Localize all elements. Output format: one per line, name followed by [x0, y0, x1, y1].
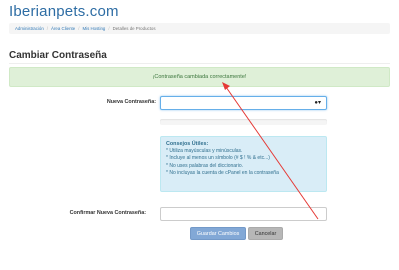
tip-item: * Incluye al menos un símbolo (# $ ! % &… — [166, 155, 270, 162]
tip-item: * No uses palabras del diccionario. — [166, 162, 243, 169]
title-divider — [9, 63, 390, 64]
breadcrumb-separator: / — [46, 26, 49, 31]
tips-title: Consejos Útiles: — [166, 141, 209, 147]
site-logo[interactable]: Iberianpets.com — [9, 3, 119, 20]
new-password-label: Nueva Contraseña: — [106, 99, 156, 105]
breadcrumb-item-product-details: Detalles de Productos — [112, 26, 156, 31]
confirm-password-label: Confirmar Nueva Contraseña: — [69, 210, 146, 216]
cancel-button[interactable]: Cancelar — [248, 227, 283, 240]
new-password-input[interactable]: ●▾ — [160, 96, 327, 110]
confirm-password-input[interactable] — [160, 207, 327, 221]
breadcrumb-item-my-hosting[interactable]: Mis Hosting — [82, 26, 105, 31]
tip-item: * No incluyas la cuenta de cPanel en la … — [166, 170, 279, 177]
password-tips-box: Consejos Útiles: * Utiliza mayúsculas y … — [160, 136, 327, 192]
save-changes-button[interactable]: Guardar Cambios — [190, 227, 246, 240]
password-strength-bar — [160, 119, 327, 125]
breadcrumb-item-admin[interactable]: Administración — [15, 26, 44, 31]
tip-item: * Utiliza mayúsculas y minúsculas. — [166, 148, 243, 154]
page-title: Cambiar Contraseña — [9, 50, 107, 61]
breadcrumb: Administración / Área Cliente / Mis Hosting /… — [9, 23, 390, 34]
breadcrumb-item-client-area[interactable]: Área Cliente — [51, 26, 75, 31]
success-alert: ¡Contraseña cambiada correctamente! — [9, 67, 390, 87]
breadcrumb-separator: / — [108, 26, 110, 31]
key-icon[interactable]: ●▾ — [314, 98, 321, 108]
